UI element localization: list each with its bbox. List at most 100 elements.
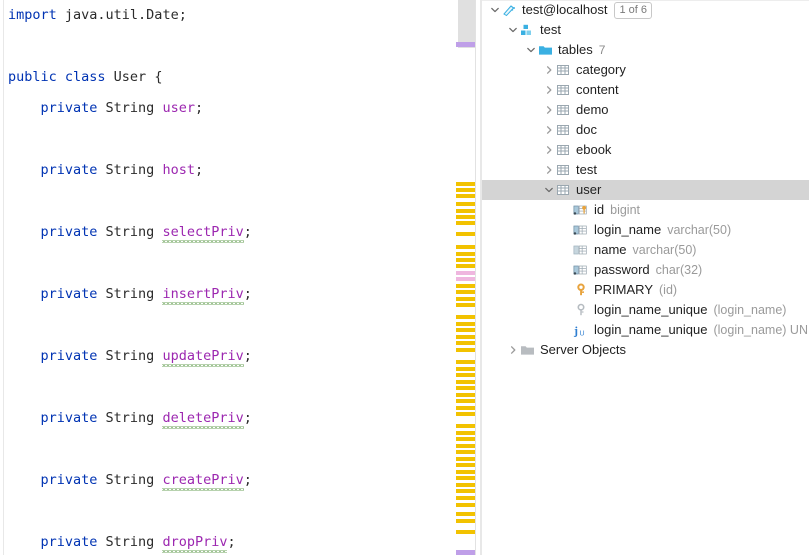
typo-marker[interactable] <box>456 271 475 275</box>
warning-marker[interactable] <box>456 399 475 403</box>
code-line[interactable] <box>0 434 456 465</box>
tree-node-tables[interactable]: tables 7 <box>482 40 809 60</box>
tree-node-category[interactable]: category <box>482 60 809 80</box>
warning-marker[interactable] <box>456 215 475 219</box>
tree-node-password[interactable]: password char(32) <box>482 260 809 280</box>
tree-node-login-name[interactable]: login_name varchar(50) <box>482 220 809 240</box>
database-tree[interactable]: test@localhost 1 of 6 test tables 7 category c… <box>482 0 809 360</box>
code-line[interactable] <box>0 124 456 155</box>
warning-marker[interactable] <box>456 258 475 262</box>
code-line[interactable]: private String insertPriv; <box>0 279 456 310</box>
chevron-right-icon[interactable] <box>542 100 555 120</box>
warning-marker[interactable] <box>456 393 475 397</box>
warning-marker[interactable] <box>456 232 475 236</box>
code-line[interactable] <box>0 31 456 62</box>
code-line[interactable] <box>0 248 456 279</box>
tree-node-server-objects[interactable]: Server Objects <box>482 340 809 360</box>
warning-marker[interactable] <box>456 373 475 377</box>
tree-node-ebook[interactable]: ebook <box>482 140 809 160</box>
tree-node-login-name-unique[interactable]: jUlogin_name_unique(login_name) UNIC <box>482 320 809 340</box>
warning-marker[interactable] <box>456 457 475 461</box>
chevron-down-icon[interactable] <box>506 20 519 40</box>
warning-marker[interactable] <box>456 322 475 326</box>
code-line[interactable]: private String createPriv; <box>0 465 456 496</box>
warning-marker[interactable] <box>456 406 475 410</box>
tree-node-doc[interactable]: doc <box>482 120 809 140</box>
database-tree-panel[interactable]: test@localhost 1 of 6 test tables 7 category c… <box>482 0 809 555</box>
warning-marker[interactable] <box>456 496 475 500</box>
warning-marker[interactable] <box>456 386 475 390</box>
warning-marker[interactable] <box>456 303 475 307</box>
chevron-down-icon[interactable] <box>542 180 555 200</box>
warning-marker[interactable] <box>456 431 475 435</box>
warning-marker[interactable] <box>456 550 475 555</box>
warning-marker[interactable] <box>456 182 475 186</box>
warning-marker[interactable] <box>456 284 475 288</box>
chevron-right-icon[interactable] <box>542 140 555 160</box>
warning-marker[interactable] <box>456 221 475 225</box>
tree-node-test-localhost[interactable]: test@localhost 1 of 6 <box>482 0 809 20</box>
code-line[interactable] <box>0 496 456 527</box>
code-line[interactable]: private String host; <box>0 155 456 186</box>
warning-marker[interactable] <box>456 252 475 256</box>
code-line[interactable]: private String user; <box>0 93 456 124</box>
warning-marker[interactable] <box>456 470 475 474</box>
warning-marker[interactable] <box>456 367 475 371</box>
tree-node-test[interactable]: test <box>482 160 809 180</box>
warning-marker[interactable] <box>456 315 475 319</box>
chevron-right-icon[interactable] <box>506 340 519 360</box>
warning-marker[interactable] <box>456 412 475 416</box>
code-editor[interactable]: import java.util.Date; public class User… <box>0 0 456 555</box>
chevron-right-icon[interactable] <box>542 120 555 140</box>
warning-marker[interactable] <box>456 209 475 213</box>
warning-marker[interactable] <box>456 483 475 487</box>
warning-marker[interactable] <box>456 444 475 448</box>
warning-marker[interactable] <box>456 476 475 480</box>
code-line[interactable] <box>0 310 456 341</box>
code-line[interactable] <box>0 372 456 403</box>
code-line[interactable]: private String updatePriv; <box>0 341 456 372</box>
warning-marker[interactable] <box>456 450 475 454</box>
code-line[interactable]: public class User { <box>0 62 456 93</box>
warning-marker[interactable] <box>456 519 475 523</box>
tree-node-primary[interactable]: PRIMARY (id) <box>482 280 809 300</box>
typo-marker[interactable] <box>456 277 475 281</box>
chevron-down-icon[interactable] <box>524 40 537 60</box>
code-line[interactable]: private String selectPriv; <box>0 217 456 248</box>
warning-marker[interactable] <box>456 202 475 206</box>
tree-node-name[interactable]: name varchar(50) <box>482 240 809 260</box>
editor-marker-scrollbar[interactable] <box>456 0 480 555</box>
warning-marker[interactable] <box>456 264 475 268</box>
warning-marker[interactable] <box>456 348 475 352</box>
code-line[interactable]: private String deletePriv; <box>0 403 456 434</box>
chevron-right-icon[interactable] <box>542 60 555 80</box>
chevron-right-icon[interactable] <box>542 160 555 180</box>
code-line[interactable] <box>0 186 456 217</box>
warning-marker[interactable] <box>456 512 475 516</box>
tree-node-test[interactable]: test <box>482 20 809 40</box>
code-line[interactable]: private String dropPriv; <box>0 527 456 555</box>
warning-marker[interactable] <box>456 341 475 345</box>
warning-marker[interactable] <box>456 297 475 301</box>
chevron-down-icon[interactable] <box>488 0 501 20</box>
warning-marker[interactable] <box>456 424 475 428</box>
code-content[interactable]: import java.util.Date; public class User… <box>0 0 456 555</box>
warning-marker[interactable] <box>456 463 475 467</box>
tree-node-user[interactable]: user <box>482 180 809 200</box>
warning-marker[interactable] <box>456 489 475 493</box>
tree-node-demo[interactable]: demo <box>482 100 809 120</box>
warning-marker[interactable] <box>456 503 475 507</box>
warning-marker[interactable] <box>456 380 475 384</box>
warning-marker[interactable] <box>456 188 475 192</box>
warning-marker[interactable] <box>456 530 475 534</box>
code-line[interactable]: import java.util.Date; <box>0 0 456 31</box>
warning-marker[interactable] <box>456 328 475 332</box>
warning-marker[interactable] <box>456 290 475 294</box>
warning-marker[interactable] <box>456 335 475 339</box>
warning-marker[interactable] <box>456 437 475 441</box>
scrollbar-thumb[interactable] <box>458 0 475 48</box>
warning-marker[interactable] <box>456 245 475 249</box>
warning-marker[interactable] <box>456 360 475 364</box>
tree-node-login-name-unique[interactable]: login_name_unique (login_name) <box>482 300 809 320</box>
tree-node-id[interactable]: id bigint <box>482 200 809 220</box>
